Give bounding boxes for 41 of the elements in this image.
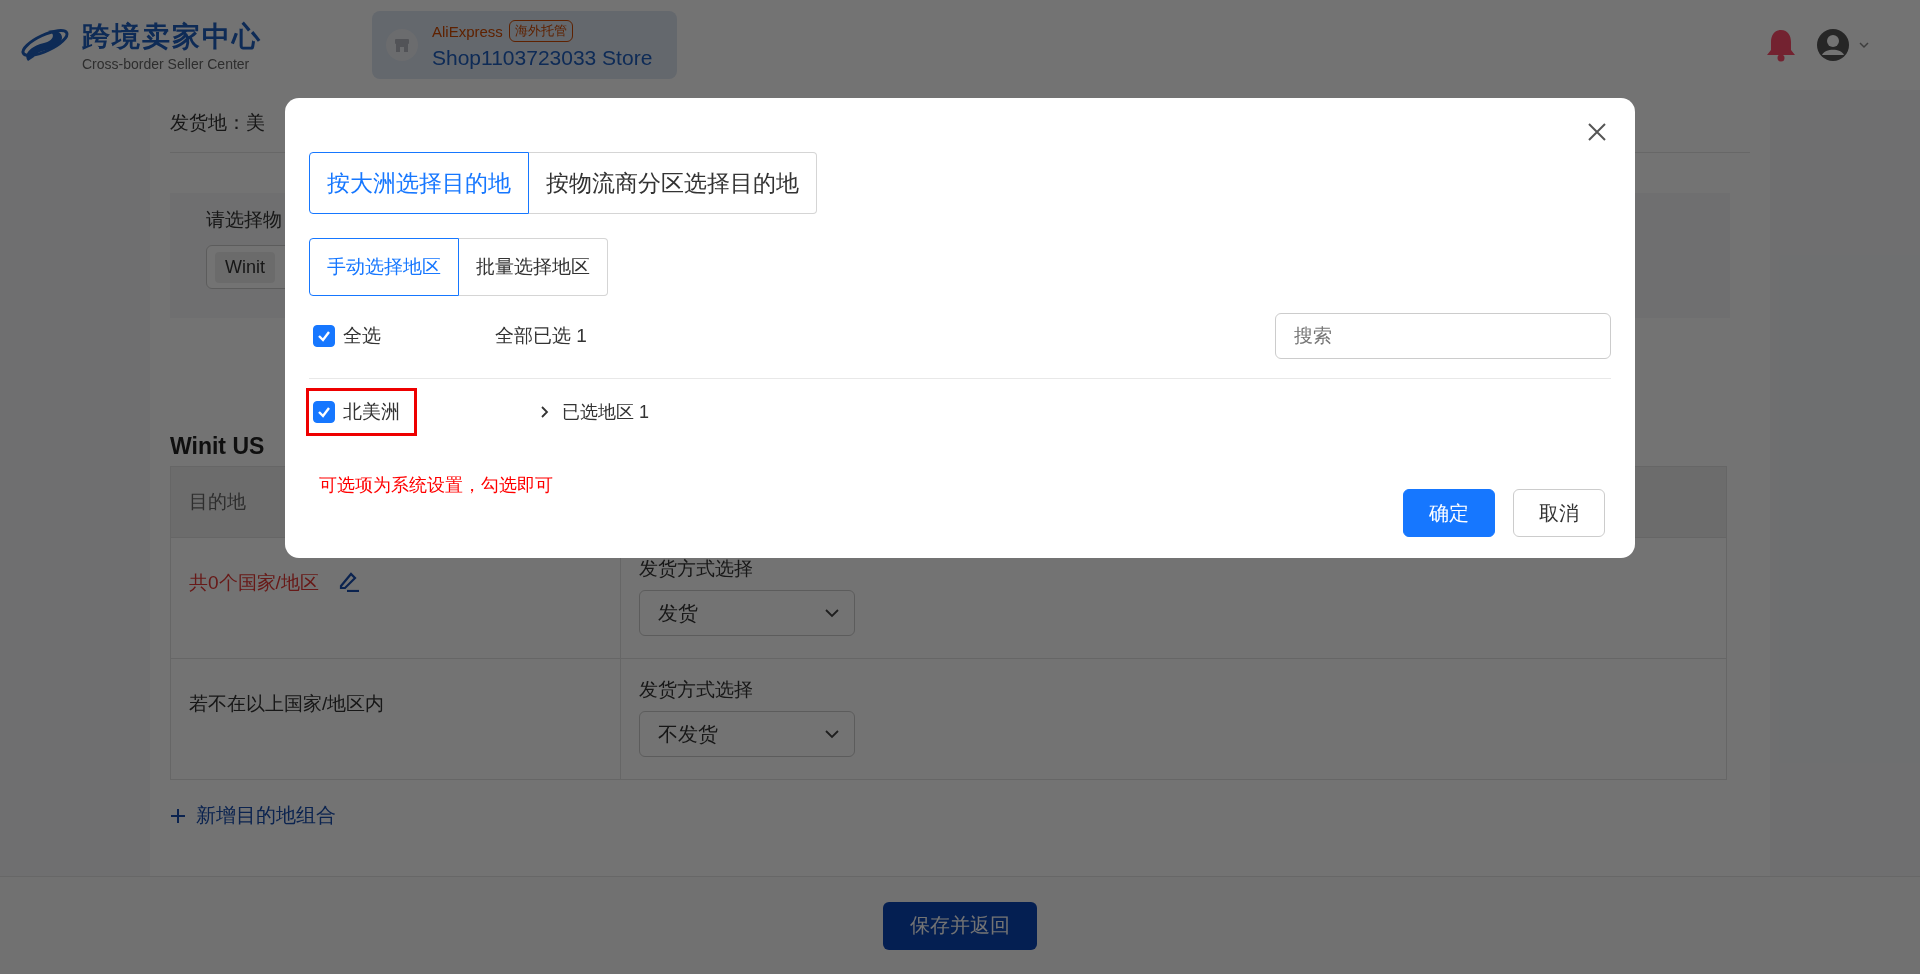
store-card[interactable]: AliExpress 海外托管 Shop1103723033 Store (372, 11, 677, 79)
search-field[interactable]: 搜索 (1275, 313, 1611, 359)
selected-summary: 全部已选 1 (495, 324, 587, 348)
tab[interactable]: 按物流商分区选择目的地 (529, 152, 817, 214)
chevron-right-icon (540, 405, 550, 419)
close-icon[interactable] (1587, 122, 1607, 142)
logo-title: 跨境卖家中心 (82, 20, 262, 54)
store-name: Shop1103723033 Store (432, 46, 653, 70)
region-expander[interactable]: 已选地区 1 (540, 400, 649, 424)
save-button[interactable]: 保存并返回 (883, 901, 1037, 950)
store-badge: 海外托管 (508, 20, 573, 42)
logo-subtitle: Cross-border Seller Center (82, 56, 251, 72)
tab[interactable]: 批量选择地区 (459, 238, 608, 296)
tab[interactable]: 手动选择地区 (309, 238, 459, 296)
bell-icon[interactable] (1766, 28, 1796, 62)
shipping-method-select[interactable]: 不发货 (639, 711, 855, 757)
destination-count: 共0个国家/地区 (189, 571, 319, 595)
destination-text: 若不在以上国家/地区内 (189, 692, 385, 716)
ship-from-text: 发货地：美 (170, 111, 265, 135)
method-label: 发货方式选择 (639, 678, 754, 702)
section-title: Winit US (170, 433, 265, 460)
cancel-button[interactable]: 取消 (1513, 489, 1605, 537)
logistics-tag: Winit (215, 251, 275, 283)
tab[interactable]: 按大洲选择目的地 (309, 152, 529, 214)
column-header: 目的地 (189, 490, 246, 514)
chevron-down-icon (824, 729, 840, 739)
shipping-method-select[interactable]: 发货 (639, 590, 855, 636)
account-menu[interactable] (1816, 28, 1870, 62)
confirm-button[interactable]: 确定 (1403, 489, 1495, 537)
avatar-icon (1816, 28, 1850, 62)
logistics-label: 请选择物 (206, 208, 283, 232)
select-all-checkbox[interactable]: 全选 (309, 317, 385, 355)
store-icon (386, 29, 418, 61)
caret-icon (1858, 41, 1870, 49)
hint-text: 可选项为系统设置，勾选即可 (319, 474, 553, 497)
plus-icon (170, 807, 186, 824)
region-checkbox[interactable]: 北美洲 (309, 391, 414, 433)
platform-name: AliExpress (432, 22, 503, 40)
add-destination-link[interactable]: 新增目的地组合 (170, 802, 336, 829)
chevron-down-icon (824, 608, 840, 618)
method-label: 发货方式选择 (639, 557, 754, 581)
